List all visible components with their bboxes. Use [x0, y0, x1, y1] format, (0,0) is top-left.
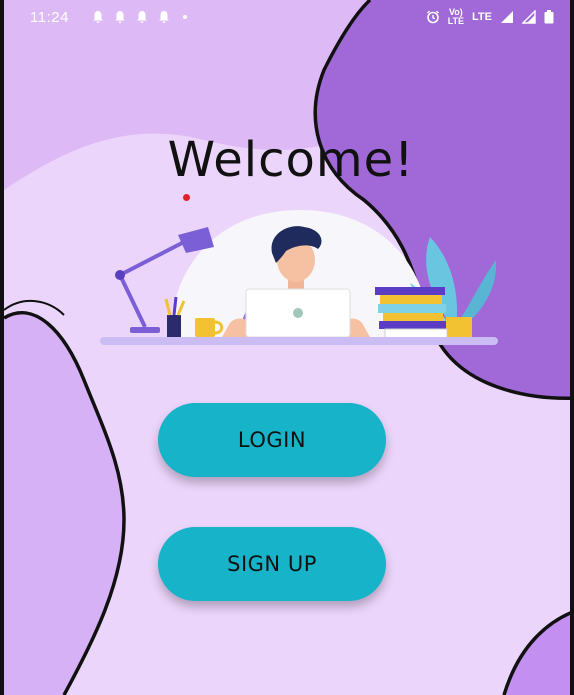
signal-icon [522, 10, 536, 24]
study-illustration [100, 210, 498, 345]
more-notifications-dot [182, 15, 187, 19]
status-left: 11:24 [30, 9, 187, 26]
volte-indicator: Vo) LTE [448, 8, 464, 26]
status-right: Vo) LTE LTE [426, 8, 558, 26]
battery-icon [544, 10, 558, 24]
login-button[interactable]: LOGIN [158, 403, 386, 477]
lte-label: LTE [472, 10, 492, 23]
bell-icon [113, 10, 127, 24]
signup-button[interactable]: SIGN UP [158, 527, 386, 601]
red-dot [183, 194, 190, 201]
status-bar: 11:24 Vo) LTE LTE [4, 0, 570, 34]
books-illustration [375, 287, 448, 339]
alarm-icon [426, 10, 440, 24]
bell-icon [135, 10, 149, 24]
phone-screen: 11:24 Vo) LTE LTE Welcome! LOGIN SIGN UP [0, 0, 574, 695]
bell-icon [157, 10, 171, 24]
volte-lte-label: LTE [447, 16, 465, 26]
status-time: 11:24 [30, 8, 69, 26]
bell-icon [91, 10, 105, 24]
signal-icon [500, 10, 514, 24]
page-title: Welcome! [167, 132, 415, 188]
